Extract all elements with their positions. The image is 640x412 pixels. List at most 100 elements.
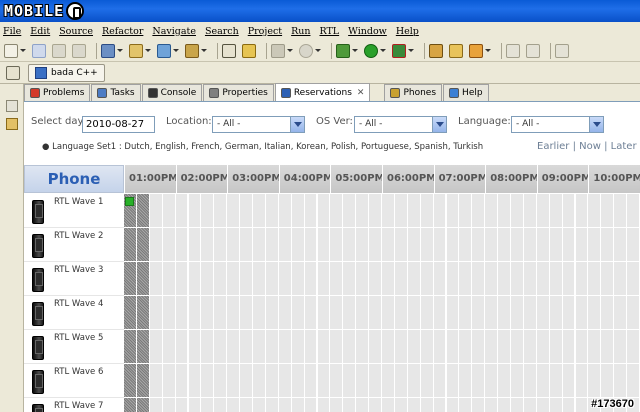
debug-icon[interactable] (336, 43, 350, 58)
time-slot[interactable] (627, 262, 640, 295)
time-slot[interactable] (588, 296, 602, 329)
time-slot[interactable] (446, 262, 460, 295)
time-slot[interactable] (433, 228, 447, 261)
time-slot[interactable] (472, 262, 486, 295)
time-slot[interactable] (240, 194, 253, 227)
run-dropdown-icon[interactable] (380, 49, 386, 52)
time-slot[interactable] (214, 398, 228, 412)
time-slot[interactable] (549, 330, 563, 363)
time-slot[interactable] (188, 296, 202, 329)
time-slot[interactable] (240, 262, 253, 295)
time-slot[interactable] (162, 364, 176, 397)
new-dropdown-icon[interactable] (20, 49, 26, 52)
edit-dropdown-icon[interactable] (485, 49, 491, 52)
time-slot[interactable] (214, 194, 228, 227)
new-icon[interactable] (4, 43, 18, 58)
time-slot[interactable] (498, 398, 511, 412)
time-slot[interactable] (588, 262, 602, 295)
unavailable-slot[interactable] (124, 364, 137, 397)
phone-row[interactable]: RTL Wave 1 (24, 194, 124, 228)
unavailable-slot[interactable] (136, 228, 150, 261)
time-slot[interactable] (472, 398, 486, 412)
restore-icon[interactable] (6, 100, 18, 112)
time-slot[interactable] (343, 398, 357, 412)
time-slot[interactable] (498, 262, 511, 295)
time-slot[interactable] (536, 330, 550, 363)
time-slot[interactable] (601, 228, 615, 261)
time-slot[interactable] (278, 228, 292, 261)
time-slot[interactable] (162, 262, 176, 295)
time-slot[interactable] (356, 364, 370, 397)
time-slot[interactable] (575, 364, 589, 397)
time-slot[interactable] (459, 364, 473, 397)
open-perspective-icon[interactable] (6, 65, 20, 80)
time-slot[interactable] (394, 194, 408, 227)
open-folder-icon[interactable] (449, 43, 463, 58)
time-slot[interactable] (549, 228, 563, 261)
unavailable-slot[interactable] (136, 364, 150, 397)
time-slot[interactable] (175, 296, 189, 329)
unavailable-slot[interactable] (124, 262, 137, 295)
time-slot[interactable] (472, 194, 486, 227)
time-slot[interactable] (343, 296, 357, 329)
hammer-icon[interactable] (271, 43, 285, 58)
time-slot[interactable] (304, 296, 318, 329)
time-slot[interactable] (498, 364, 511, 397)
time-slot[interactable] (214, 262, 228, 295)
time-slot[interactable] (562, 228, 576, 261)
time-slot[interactable] (291, 398, 305, 412)
time-slot[interactable] (498, 296, 511, 329)
time-slot[interactable] (394, 364, 408, 397)
time-slot[interactable] (265, 330, 279, 363)
time-slot[interactable] (278, 296, 292, 329)
tab-reservations[interactable]: Reservations ✕ (274, 83, 371, 101)
save-all-icon[interactable] (52, 43, 66, 58)
time-slot[interactable] (485, 330, 499, 363)
time-slot[interactable] (433, 262, 447, 295)
time-slot[interactable] (369, 364, 382, 397)
time-slot[interactable] (523, 398, 537, 412)
time-slot[interactable] (291, 330, 305, 363)
time-slot[interactable] (317, 194, 331, 227)
time-slot[interactable] (369, 228, 382, 261)
unavailable-slot[interactable] (136, 262, 150, 295)
time-slot[interactable] (394, 330, 408, 363)
export-icon[interactable] (222, 43, 236, 58)
unavailable-slot[interactable] (124, 228, 137, 261)
menu-search[interactable]: Search (205, 26, 239, 37)
time-slot[interactable] (356, 228, 370, 261)
time-slot[interactable] (214, 330, 228, 363)
time-slot[interactable] (420, 398, 434, 412)
time-slot[interactable] (253, 262, 266, 295)
time-slot[interactable] (407, 330, 421, 363)
time-slot[interactable] (420, 364, 434, 397)
time-slot[interactable] (459, 228, 473, 261)
unavailable-slot[interactable] (124, 398, 137, 412)
time-slot[interactable] (511, 296, 524, 329)
time-slot[interactable] (523, 330, 537, 363)
time-slot[interactable] (188, 262, 202, 295)
time-slot[interactable] (278, 262, 292, 295)
time-slot[interactable] (446, 330, 460, 363)
time-slot[interactable] (317, 262, 331, 295)
time-slot[interactable] (175, 228, 189, 261)
time-slot[interactable] (356, 398, 370, 412)
paragraph-icon[interactable] (526, 43, 540, 58)
time-slot[interactable] (511, 228, 524, 261)
phone-row[interactable]: RTL Wave 5 (24, 330, 124, 364)
time-slot[interactable] (175, 330, 189, 363)
time-slot[interactable] (614, 262, 628, 295)
time-slot[interactable] (549, 364, 563, 397)
time-slot[interactable] (240, 364, 253, 397)
time-slot[interactable] (433, 364, 447, 397)
debug-dropdown-icon[interactable] (352, 49, 358, 52)
hammer-dropdown-icon[interactable] (287, 49, 293, 52)
menu-navigate[interactable]: Navigate (152, 26, 196, 37)
time-slot[interactable] (382, 330, 395, 363)
time-slot[interactable] (627, 228, 640, 261)
time-slot[interactable] (498, 194, 511, 227)
time-slot[interactable] (330, 364, 344, 397)
time-slot[interactable] (330, 330, 344, 363)
time-slot[interactable] (356, 194, 370, 227)
time-slot[interactable] (498, 330, 511, 363)
